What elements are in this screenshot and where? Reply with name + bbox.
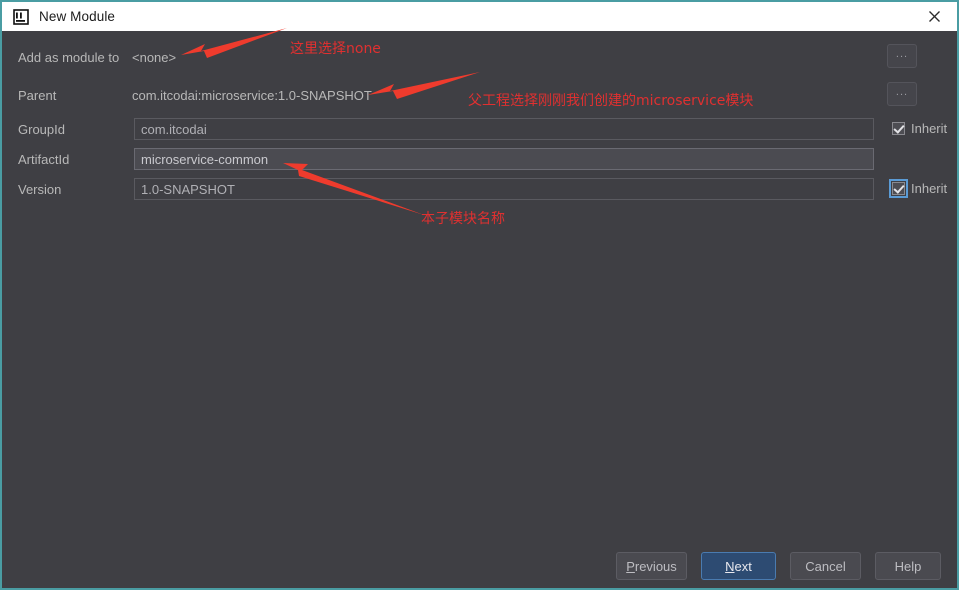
add-as-module-to-value[interactable]: <none> — [132, 50, 176, 65]
parent-label: Parent — [18, 88, 57, 103]
artifact-id-label: ArtifactId — [18, 152, 70, 167]
help-button[interactable]: Help — [875, 552, 941, 580]
dialog-content: Add as module to <none> ... Parent com.i… — [4, 31, 957, 588]
new-module-dialog: New Module Add as module to <none> ... P… — [0, 0, 959, 590]
parent-value[interactable]: com.itcodai:microservice:1.0-SNAPSHOT — [132, 88, 372, 103]
next-button-label: ext — [734, 558, 752, 574]
version-inherit-label: Inherit — [911, 181, 948, 196]
next-button[interactable]: Next — [701, 552, 776, 580]
checkbox-checked-icon[interactable] — [892, 122, 905, 135]
group-id-inherit-label: Inherit — [911, 121, 948, 136]
group-id-input[interactable] — [134, 118, 874, 140]
group-id-label: GroupId — [18, 122, 65, 137]
close-icon[interactable] — [911, 2, 957, 31]
window-title: New Module — [39, 9, 116, 24]
title-bar: New Module — [2, 2, 957, 31]
version-inherit-checkbox[interactable]: Inherit — [889, 179, 948, 198]
previous-button[interactable]: Previous — [616, 552, 687, 580]
version-input[interactable] — [134, 178, 874, 200]
previous-button-label: revious — [634, 558, 677, 574]
next-button-mnemonic: N — [725, 558, 735, 574]
parent-browse-button[interactable]: ... — [887, 82, 917, 106]
previous-button-mnemonic: P — [626, 558, 635, 574]
add-as-module-to-label: Add as module to — [18, 50, 120, 65]
version-label: Version — [18, 182, 62, 197]
artifact-id-input[interactable] — [134, 148, 874, 170]
add-as-module-browse-button[interactable]: ... — [887, 44, 917, 68]
cancel-button[interactable]: Cancel — [790, 552, 861, 580]
group-id-inherit-checkbox[interactable]: Inherit — [892, 121, 947, 136]
intellij-idea-icon — [13, 8, 29, 25]
checkbox-checked-icon[interactable] — [889, 179, 908, 198]
